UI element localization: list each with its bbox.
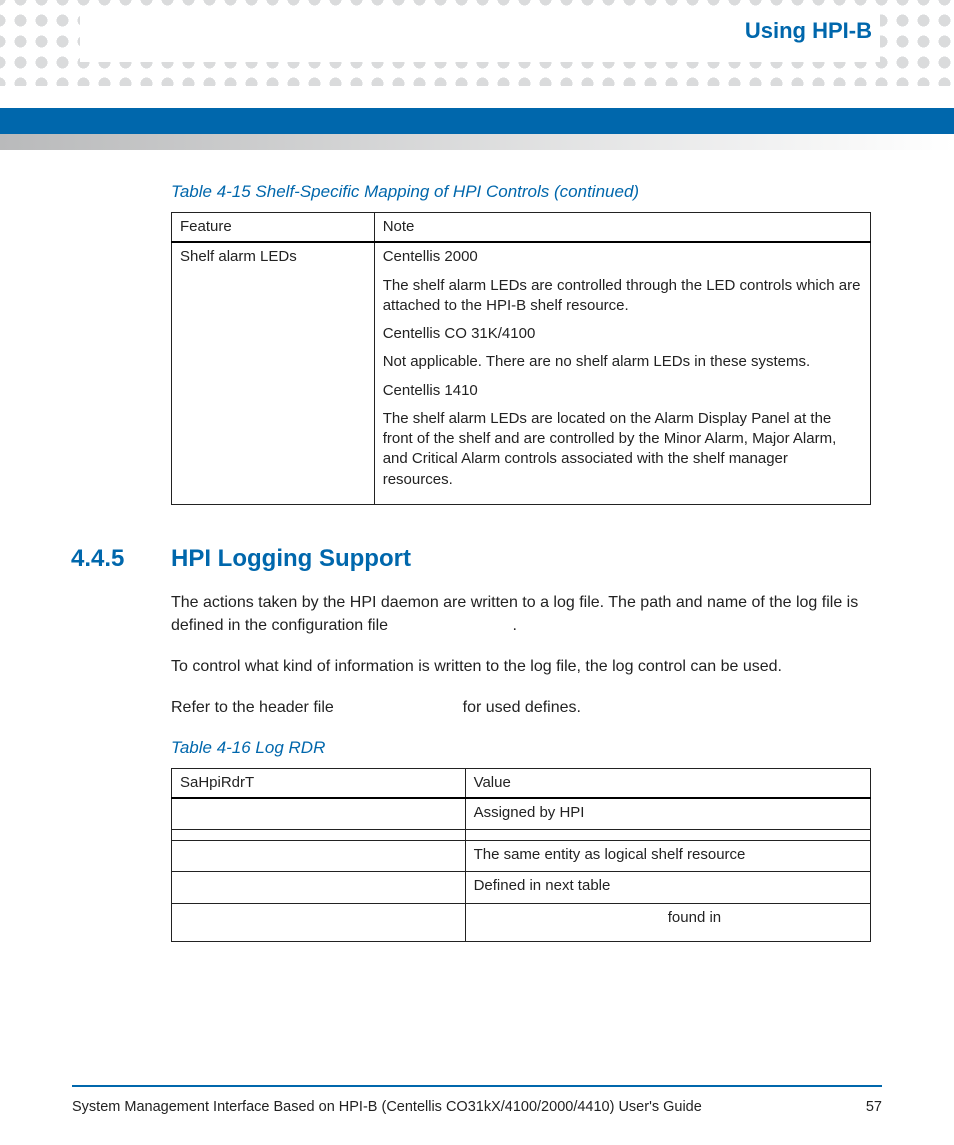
para3-b: for used defines. — [458, 699, 581, 716]
table-4-16: SaHpiRdrT Value Assigned by HPI The same… — [171, 768, 871, 942]
table-row: Defined in next table — [172, 872, 871, 903]
header-grey-gradient — [0, 134, 954, 150]
cell: The same entity as logical shelf resourc… — [465, 841, 870, 872]
section-title: HPI Logging Support — [171, 545, 411, 573]
header-blue-bar — [0, 108, 954, 134]
table-row: Shelf alarm LEDs Centellis 2000 The shel… — [172, 242, 871, 504]
para3-a: Refer to the header file — [171, 699, 338, 716]
footer-rule — [72, 1085, 882, 1087]
cell — [172, 841, 466, 872]
section-number: 4.4.5 — [71, 545, 171, 573]
table-row: found in — [172, 903, 871, 941]
table-4-15-feature: Shelf alarm LEDs — [172, 242, 375, 504]
cell — [172, 830, 466, 841]
section-heading: 4.4.5 HPI Logging Support — [71, 545, 871, 573]
table-4-15-head-note: Note — [374, 213, 870, 243]
table-row: Assigned by HPI — [172, 798, 871, 830]
cell-mid: found in — [668, 909, 721, 926]
body-paragraph: The actions taken by the HPI daemon are … — [171, 591, 871, 637]
note-line: The shelf alarm LEDs are controlled thro… — [383, 276, 862, 317]
body-paragraph: Refer to the header file for used define… — [171, 696, 871, 719]
table-row: The same entity as logical shelf resourc… — [172, 841, 871, 872]
note-line: Not applicable. There are no shelf alarm… — [383, 352, 862, 372]
cell — [172, 872, 466, 903]
para1-b: . — [512, 617, 516, 634]
note-line: The shelf alarm LEDs are located on the … — [383, 409, 862, 490]
table-4-16-caption: Table 4-16 Log RDR — [171, 738, 871, 758]
table-row — [172, 830, 871, 841]
cell — [172, 903, 466, 941]
table-4-16-head-value: Value — [465, 768, 870, 798]
cell — [172, 798, 466, 830]
cell: Assigned by HPI — [465, 798, 870, 830]
footer-doc-title: System Management Interface Based on HPI… — [72, 1099, 702, 1115]
table-4-15-head-feature: Feature — [172, 213, 375, 243]
table-4-16-head-sahpirdrt: SaHpiRdrT — [172, 768, 466, 798]
cell: found in — [465, 903, 870, 941]
chapter-title: Using HPI-B — [745, 18, 872, 44]
note-line: Centellis 2000 — [383, 247, 862, 267]
table-4-15: Feature Note Shelf alarm LEDs Centellis … — [171, 212, 871, 505]
footer-page-number: 57 — [866, 1099, 882, 1115]
cell: Defined in next table — [465, 872, 870, 903]
note-line: Centellis CO 31K/4100 — [383, 324, 862, 344]
note-line: Centellis 1410 — [383, 381, 862, 401]
table-4-15-caption: Table 4-15 Shelf-Specific Mapping of HPI… — [171, 182, 871, 202]
cell — [465, 830, 870, 841]
table-4-15-note: Centellis 2000 The shelf alarm LEDs are … — [374, 242, 870, 504]
body-paragraph: To control what kind of information is w… — [171, 655, 871, 678]
